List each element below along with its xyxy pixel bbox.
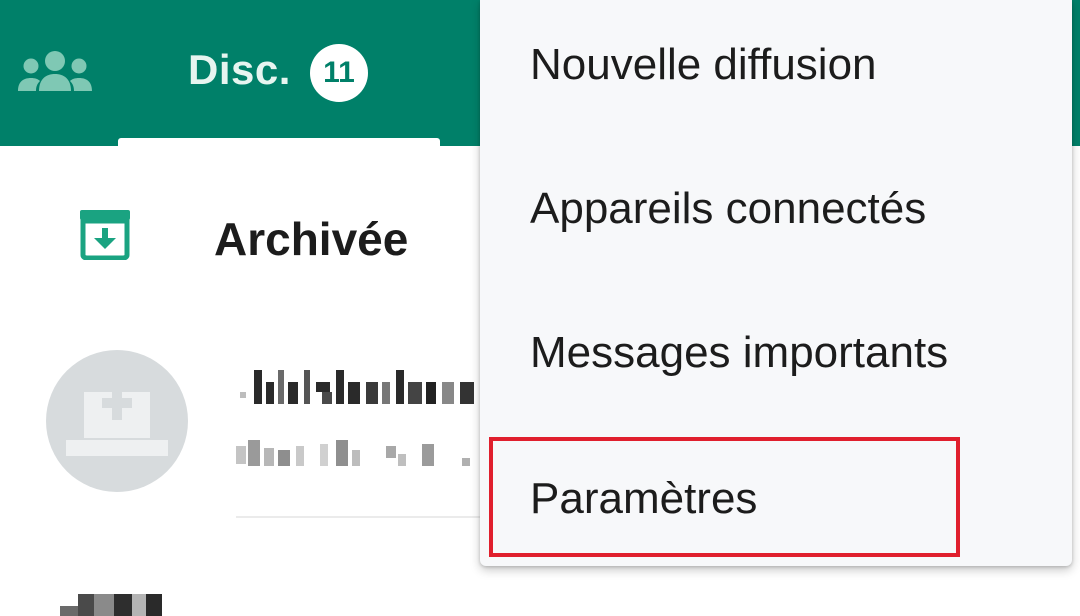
unread-count-badge: 11 [310,44,368,102]
menu-item-label: Appareils connectés [530,184,927,233]
overflow-menu: Nouvelle diffusion Appareils connectés M… [480,0,1072,566]
obscured-contact-name [240,370,474,404]
community-group-icon [18,51,92,91]
menu-item-starred-messages[interactable]: Messages importants [480,280,1072,424]
menu-item-settings[interactable]: Paramètres [480,424,1072,566]
menu-item-label: Paramètres [530,474,758,523]
active-tab-indicator [118,138,440,146]
menu-item-label: Messages importants [530,328,949,377]
obscured-message-preview [236,440,470,466]
obscured-avatar [60,594,162,616]
chat-list-item[interactable] [0,560,480,616]
archived-chats-row[interactable]: Archivée [0,146,480,330]
menu-item-label: Nouvelle diffusion [530,40,877,89]
tab-communities[interactable] [0,0,110,146]
menu-item-new-broadcast[interactable]: Nouvelle diffusion [480,0,1072,136]
tab-chats-label: Disc. [188,46,291,93]
default-avatar-icon [46,350,188,492]
menu-item-linked-devices[interactable]: Appareils connectés [480,136,1072,280]
chat-row-divider [236,516,480,518]
archive-box-icon [80,210,130,260]
archived-label: Archivée [214,213,409,265]
chat-list-item[interactable] [0,330,480,520]
tab-chats[interactable]: Disc. 11 [118,0,440,146]
